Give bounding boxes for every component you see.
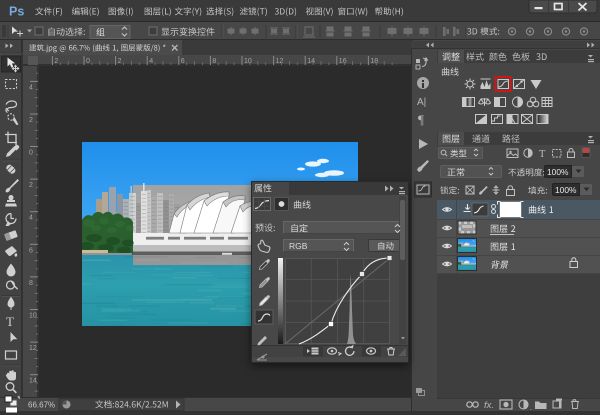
svg-text:2: 2	[29, 117, 33, 124]
svg-text:0: 0	[86, 58, 90, 65]
svg-text:10: 10	[244, 58, 252, 65]
svg-text:12: 12	[29, 345, 37, 352]
svg-text:10: 10	[29, 313, 37, 320]
svg-text:fx.: fx.	[484, 400, 494, 411]
svg-text:2: 2	[118, 58, 122, 65]
svg-text:14: 14	[29, 378, 37, 385]
svg-text:4: 4	[29, 84, 33, 91]
svg-text:4: 4	[29, 215, 33, 222]
svg-text:100%: 100%	[547, 167, 569, 177]
svg-text:RGB: RGB	[289, 241, 308, 251]
svg-text:0: 0	[29, 150, 33, 157]
svg-text:Ps: Ps	[9, 5, 24, 19]
svg-text:6: 6	[181, 58, 185, 65]
svg-text:66.67%: 66.67%	[28, 401, 55, 410]
svg-text:14: 14	[307, 58, 315, 65]
svg-text:¶: ¶	[418, 112, 424, 127]
svg-text:2: 2	[54, 58, 58, 65]
svg-text:4: 4	[149, 58, 153, 65]
svg-text:100%: 100%	[555, 185, 577, 195]
svg-text:12: 12	[276, 58, 284, 65]
svg-text:16: 16	[339, 58, 347, 65]
svg-text:T: T	[6, 314, 14, 329]
svg-text:18: 18	[370, 58, 378, 65]
svg-text:.: .	[530, 405, 532, 412]
svg-text:T: T	[539, 149, 546, 160]
svg-text:6: 6	[29, 247, 33, 254]
svg-text:8: 8	[29, 280, 33, 287]
svg-text:A|: A|	[417, 97, 426, 108]
svg-text:2: 2	[29, 182, 33, 189]
svg-text:8: 8	[212, 58, 216, 65]
